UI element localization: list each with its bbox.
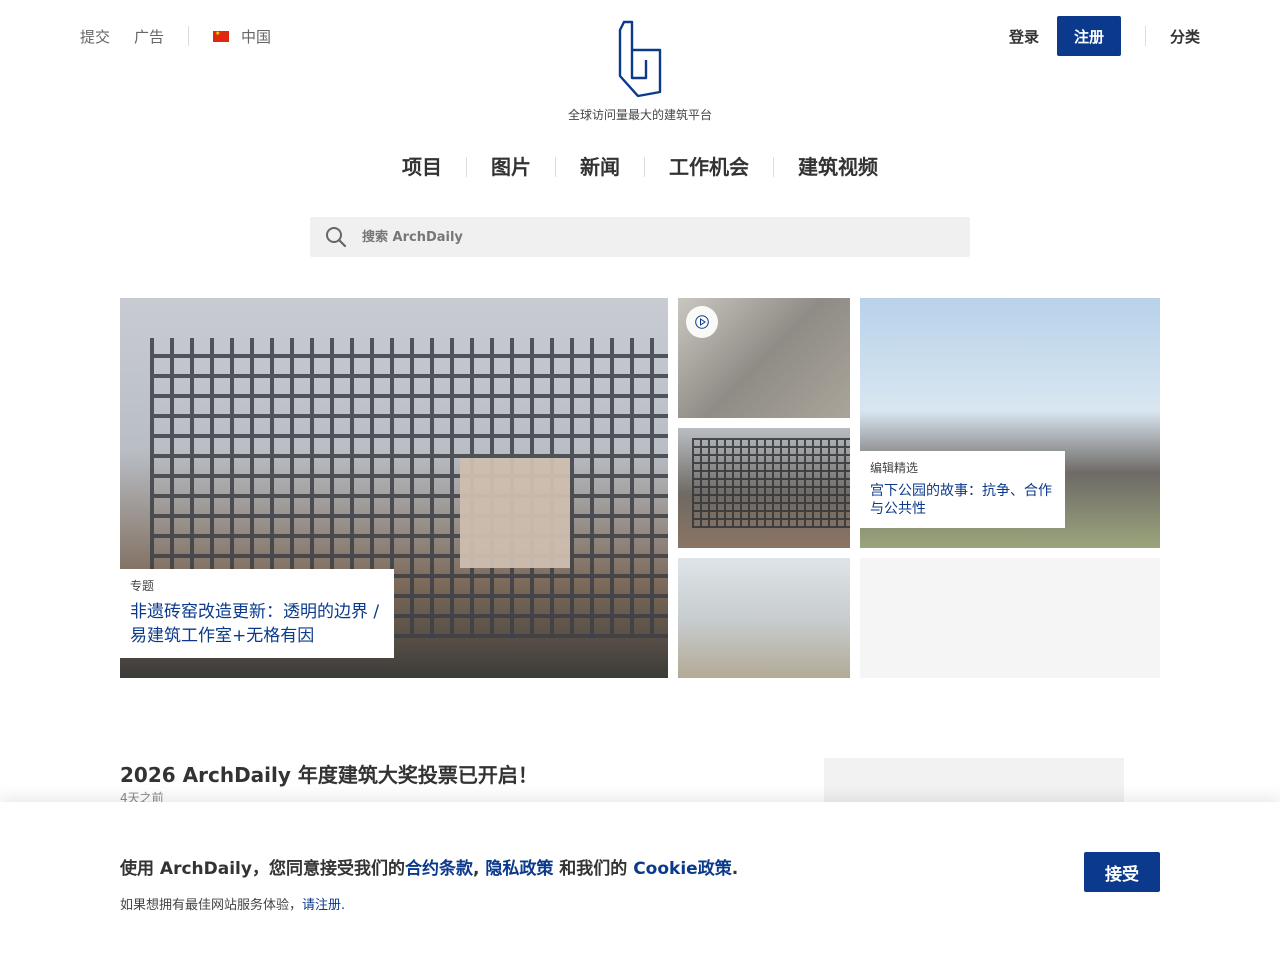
login-link[interactable]: 登录 (1009, 26, 1039, 47)
cookie-message: 使用 ArchDaily，您同意接受我们的合约条款, 隐私政策 和我们的 Coo… (120, 854, 738, 879)
feature-main-category: 专题 (130, 579, 155, 593)
register-link[interactable]: 请注册. (302, 898, 345, 913)
nav-news[interactable]: 新闻 (556, 150, 644, 184)
divider (1144, 26, 1146, 46)
cookie-register-prompt: 如果想拥有最佳网站服务体验，请注册. (120, 894, 345, 913)
submit-link[interactable]: 提交 (80, 26, 110, 47)
article-title[interactable]: 2026 ArchDaily 年度建筑大奖投票已开启！ (120, 759, 538, 788)
terms-link[interactable]: 合约条款 (405, 859, 473, 879)
cookie-text: 使用 ArchDaily，您同意接受我们的 (120, 859, 405, 879)
accept-cookies-button[interactable]: 接受 (1084, 852, 1160, 892)
main-nav: 项目 图片 新闻 工作机会 建筑视频 (0, 150, 1280, 184)
facade-pattern (692, 438, 850, 528)
cookie-text: , (472, 859, 480, 879)
feature-right-image[interactable]: 编辑精选 宫下公园的故事：抗争、合作与公共性 (860, 298, 1160, 548)
search-bar (310, 217, 970, 257)
top-right-actions: 登录 注册 分类 (1009, 16, 1200, 56)
nav-jobs[interactable]: 工作机会 (645, 150, 773, 184)
cookie-text: . (731, 859, 739, 879)
feature-main-image[interactable]: 专题 非遗砖窑改造更新：透明的边界 / 易建筑工作室+无格有因 (120, 298, 668, 678)
cookie-text: 和我们的 (553, 859, 634, 879)
cookie-policy-link[interactable]: Cookie政策 (633, 859, 732, 879)
play-icon[interactable] (686, 306, 718, 338)
divider (188, 26, 190, 46)
archdaily-logo-icon[interactable] (616, 20, 664, 100)
feature-thumb-building[interactable] (678, 558, 850, 678)
feature-right-category: 编辑精选 (870, 461, 919, 475)
feature-right-title[interactable]: 宫下公园的故事：抗争、合作与公共性 (870, 482, 1055, 518)
privacy-link[interactable]: 隐私政策 (485, 859, 553, 879)
register-button[interactable]: 注册 (1056, 16, 1121, 56)
search-input[interactable] (362, 217, 970, 257)
categories-link[interactable]: 分类 (1170, 26, 1200, 47)
feature-right-caption[interactable]: 编辑精选 宫下公园的故事：抗争、合作与公共性 (860, 451, 1065, 528)
region-selector[interactable]: 中国 (241, 26, 271, 47)
ads-link[interactable]: 广告 (134, 26, 164, 47)
facade-opening (460, 458, 570, 568)
china-flag-icon (213, 30, 230, 42)
feature-thumb-facade[interactable] (678, 428, 850, 548)
feature-thumb-video[interactable] (678, 298, 850, 418)
tagline: 全球访问量最大的建筑平台 (567, 108, 712, 122)
nav-videos[interactable]: 建筑视频 (774, 150, 902, 184)
top-left-links: 提交 广告 中国 (80, 24, 271, 48)
cookie-banner: 使用 ArchDaily，您同意接受我们的合约条款, 隐私政策 和我们的 Coo… (0, 802, 1280, 960)
cookie-text: 如果想拥有最佳网站服务体验， (120, 898, 303, 913)
ad-placeholder (860, 558, 1160, 678)
feature-main-title[interactable]: 非遗砖窑改造更新：透明的边界 / 易建筑工作室+无格有因 (130, 600, 384, 648)
nav-images[interactable]: 图片 (467, 150, 555, 184)
search-icon[interactable] (310, 217, 362, 257)
feature-main-caption[interactable]: 专题 非遗砖窑改造更新：透明的边界 / 易建筑工作室+无格有因 (120, 569, 394, 658)
nav-projects[interactable]: 项目 (378, 150, 466, 184)
